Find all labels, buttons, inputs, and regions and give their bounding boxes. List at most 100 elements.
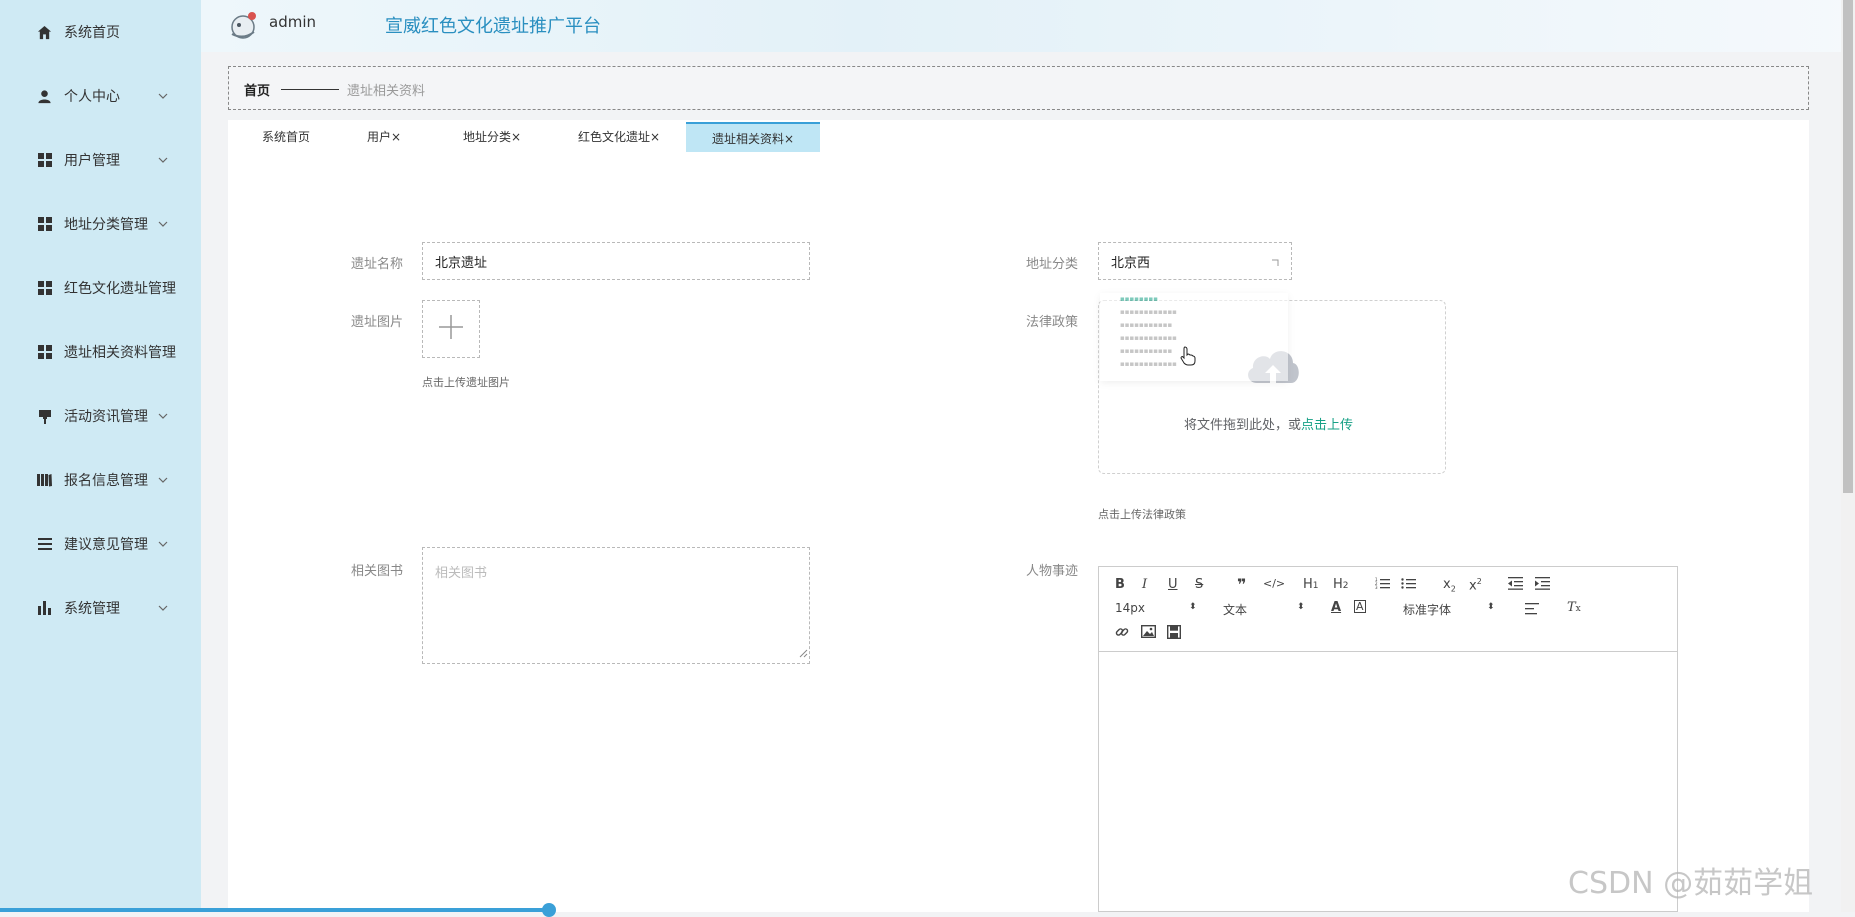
header-1-icon[interactable]: H1 (1303, 577, 1319, 592)
underline-icon[interactable]: U (1168, 577, 1178, 592)
select-arrow-icon (1272, 255, 1279, 270)
quote-icon[interactable]: ❞ (1237, 575, 1246, 594)
sidebar-item-system[interactable]: 系统管理 (0, 588, 201, 628)
drag-text: 将文件拖到此处，或 (1184, 418, 1302, 433)
image-icon[interactable] (1140, 624, 1157, 642)
book-icon (37, 473, 52, 488)
tab-home[interactable]: 系统首页 (246, 122, 326, 152)
sidebar-item-label: 地址分类管理 (64, 217, 148, 233)
sidebar-item-home[interactable]: 系统首页 (0, 12, 201, 52)
align-icon[interactable] (1525, 603, 1539, 619)
chevron-down-icon (158, 602, 168, 615)
indent-icon[interactable] (1535, 577, 1550, 594)
tab-label: 遗址相关资料 (711, 132, 784, 146)
svg-text:3: 3 (1375, 585, 1378, 590)
clear-format-icon[interactable]: Tx (1567, 600, 1581, 615)
bottom-progress-handle[interactable] (542, 903, 556, 917)
outdent-icon[interactable] (1508, 577, 1523, 594)
close-icon[interactable]: × (511, 130, 521, 144)
admin-name[interactable]: admin (269, 13, 316, 31)
sidebar-item-registration[interactable]: 报名信息管理 (0, 460, 201, 500)
chevron-down-icon (158, 410, 168, 423)
scrollbar-thumb[interactable] (1843, 0, 1853, 493)
sidebar-item-label: 红色文化遗址管理 (64, 281, 176, 297)
chevron-down-icon (158, 218, 168, 231)
category-select[interactable]: 北京西 (1098, 242, 1292, 280)
plus-icon (438, 314, 464, 344)
resize-handle-icon[interactable] (798, 647, 808, 662)
bullet-list-icon[interactable] (1401, 577, 1416, 594)
watermark: CSDN @茹茹学姐 (1568, 866, 1814, 901)
sidebar-item-label: 遗址相关资料管理 (64, 345, 176, 361)
tab-label: 用户 (366, 130, 391, 144)
sidebar-item-label: 系统首页 (64, 25, 120, 41)
tab-users[interactable]: 用户× (354, 122, 414, 152)
avatar[interactable] (229, 10, 259, 40)
font-size-select[interactable]: 14px ⬍ (1115, 601, 1197, 615)
font-color-icon[interactable]: A (1331, 600, 1341, 615)
sidebar-item-address-category[interactable]: 地址分类管理 (0, 204, 201, 244)
ordered-list-icon[interactable]: 123 (1375, 577, 1390, 594)
header-2-icon[interactable]: H2 (1333, 577, 1349, 592)
breadcrumb-home[interactable]: 首页 (244, 80, 270, 99)
select-arrows-icon: ⬍ (1189, 602, 1197, 612)
chevron-down-icon (158, 538, 168, 551)
tab-address-category[interactable]: 地址分类× (450, 122, 534, 152)
sidebar-item-label: 个人中心 (64, 89, 120, 105)
video-icon[interactable] (1166, 624, 1182, 643)
chevron-down-icon (158, 474, 168, 487)
sidebar-item-users[interactable]: 用户管理 (0, 140, 201, 180)
site-title: 宣威红色文化遗址推广平台 (385, 16, 601, 37)
site-image-hint: 点击上传遗址图片 (422, 376, 510, 389)
dropdown-option[interactable]: ▪▪▪▪▪▪▪▪▪▪▪ (1100, 319, 1288, 332)
sidebar-item-label: 报名信息管理 (64, 473, 148, 489)
sidebar-item-activity-news[interactable]: 活动资讯管理 (0, 396, 201, 436)
policy-hint: 点击上传法律政策 (1098, 508, 1186, 521)
main-panel: 系统首页 用户× 地址分类× 红色文化遗址× 遗址相关资料× 遗址名称 北京遗址… (228, 120, 1809, 912)
select-arrows-icon: ⬍ (1297, 602, 1305, 612)
site-image-upload[interactable] (422, 300, 480, 358)
dropdown-option[interactable]: ▪▪▪▪▪▪▪▪ (1100, 293, 1288, 306)
sidebar-item-profile[interactable]: 个人中心 (0, 76, 201, 116)
policy-label: 法律政策 (1026, 315, 1079, 330)
dropdown-option[interactable]: ▪▪▪▪▪▪▪▪▪▪▪▪ (1100, 306, 1288, 319)
site-name-value: 北京遗址 (435, 255, 488, 271)
site-name-label: 遗址名称 (351, 257, 404, 272)
sidebar-item-label: 活动资讯管理 (64, 409, 148, 425)
dropdown-option[interactable]: ▪▪▪▪▪▪▪▪▪▪▪▪ (1100, 332, 1288, 345)
tab-label: 红色文化遗址 (577, 130, 650, 144)
strike-icon[interactable]: S (1195, 577, 1203, 592)
close-icon[interactable]: × (784, 132, 794, 146)
code-block-icon[interactable]: </> (1263, 577, 1285, 590)
policy-drag-text: 将文件拖到此处，或点击上传 (1184, 414, 1353, 433)
italic-icon[interactable]: I (1142, 577, 1147, 592)
font-size-value: 14px (1115, 601, 1145, 615)
close-icon[interactable]: × (391, 130, 401, 144)
font-family-select[interactable]: 标准字体 ⬍ (1403, 601, 1495, 618)
click-upload-link[interactable]: 点击上传 (1301, 418, 1353, 433)
page-scrollbar[interactable] (1841, 0, 1855, 912)
sidebar-item-label: 建议意见管理 (64, 537, 148, 553)
editor-toolbar: B I U S ❞ </> H1 H2 123 x2 x2 14px ⬍ 文本 … (1099, 567, 1677, 652)
books-textarea[interactable]: 相关图书 (422, 547, 810, 664)
background-color-icon[interactable]: A (1354, 600, 1366, 613)
site-name-input[interactable]: 北京遗址 (422, 242, 810, 280)
select-arrows-icon: ⬍ (1487, 602, 1495, 612)
sidebar-item-site-materials[interactable]: 遗址相关资料管理 (0, 332, 201, 372)
sidebar-item-red-sites[interactable]: 红色文化遗址管理 (0, 268, 201, 308)
pin-icon (37, 409, 52, 424)
superscript-icon[interactable]: x2 (1469, 577, 1482, 593)
grid-icon (37, 345, 52, 360)
bold-icon[interactable]: B (1115, 577, 1125, 592)
font-family-value: 标准字体 (1403, 603, 1452, 617)
tab-site-materials[interactable]: 遗址相关资料× (686, 122, 820, 152)
close-icon[interactable]: × (650, 130, 660, 144)
link-icon[interactable] (1115, 625, 1129, 643)
chevron-down-icon (158, 90, 168, 103)
sidebar-item-suggestions[interactable]: 建议意见管理 (0, 524, 201, 564)
user-icon (37, 89, 52, 104)
block-format-select[interactable]: 文本 ⬍ (1223, 601, 1305, 618)
subscript-icon[interactable]: x2 (1443, 577, 1456, 594)
tab-red-sites[interactable]: 红色文化遗址× (569, 122, 669, 152)
tab-label: 地址分类 (462, 130, 511, 144)
